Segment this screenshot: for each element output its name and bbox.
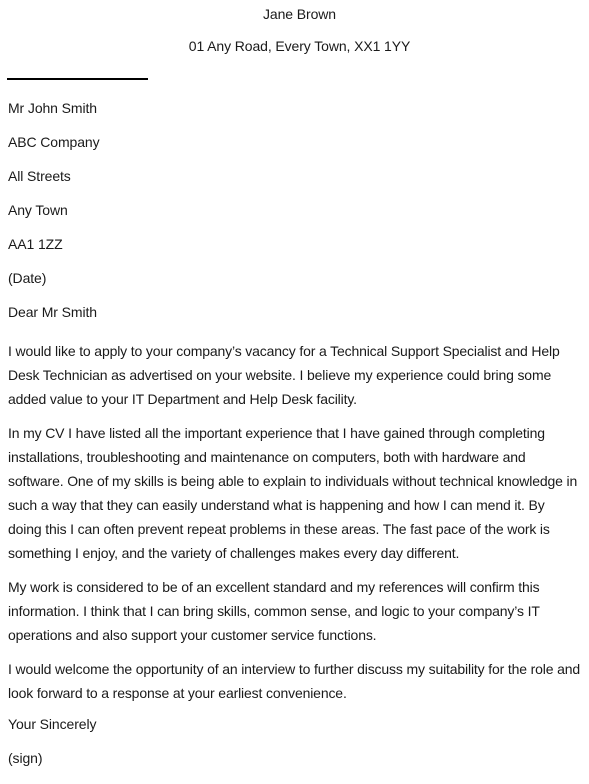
recipient-line: AA1 1ZZ <box>8 236 63 252</box>
signature-placeholder: (sign) <box>8 750 43 766</box>
date-placeholder: (Date) <box>8 270 47 286</box>
recipient-line: All Streets <box>8 168 71 184</box>
body-paragraph: I would like to apply to your company’s … <box>8 343 560 407</box>
letterhead: Jane Brown 01 Any Road, Every Town, XX1 … <box>0 0 589 54</box>
body-paragraph: I would welcome the opportunity of an in… <box>8 661 581 701</box>
body-paragraph: My work is considered to be of an excell… <box>8 579 540 643</box>
sender-address: 01 Any Road, Every Town, XX1 1YY <box>188 38 411 54</box>
closing-block: Your Sincerely (sign) Jane Brown <box>8 716 581 784</box>
recipient-line: Any Town <box>8 202 68 218</box>
horizontal-rule <box>7 78 148 80</box>
recipient-line: Mr John Smith <box>8 100 97 116</box>
body-paragraph: In my CV I have listed all the important… <box>8 425 578 561</box>
letter-content: Mr John Smith ABC Company All Streets An… <box>0 100 589 784</box>
salutation: Dear Mr Smith <box>8 304 97 320</box>
letter-page: Jane Brown 01 Any Road, Every Town, XX1 … <box>0 0 589 784</box>
valediction: Your Sincerely <box>8 716 97 732</box>
sender-name: Jane Brown <box>263 6 336 22</box>
recipient-line: ABC Company <box>8 134 100 150</box>
divider-container <box>0 78 589 80</box>
recipient-address-block: Mr John Smith ABC Company All Streets An… <box>8 100 581 287</box>
body-paragraphs: I would like to apply to your company’s … <box>8 339 581 705</box>
